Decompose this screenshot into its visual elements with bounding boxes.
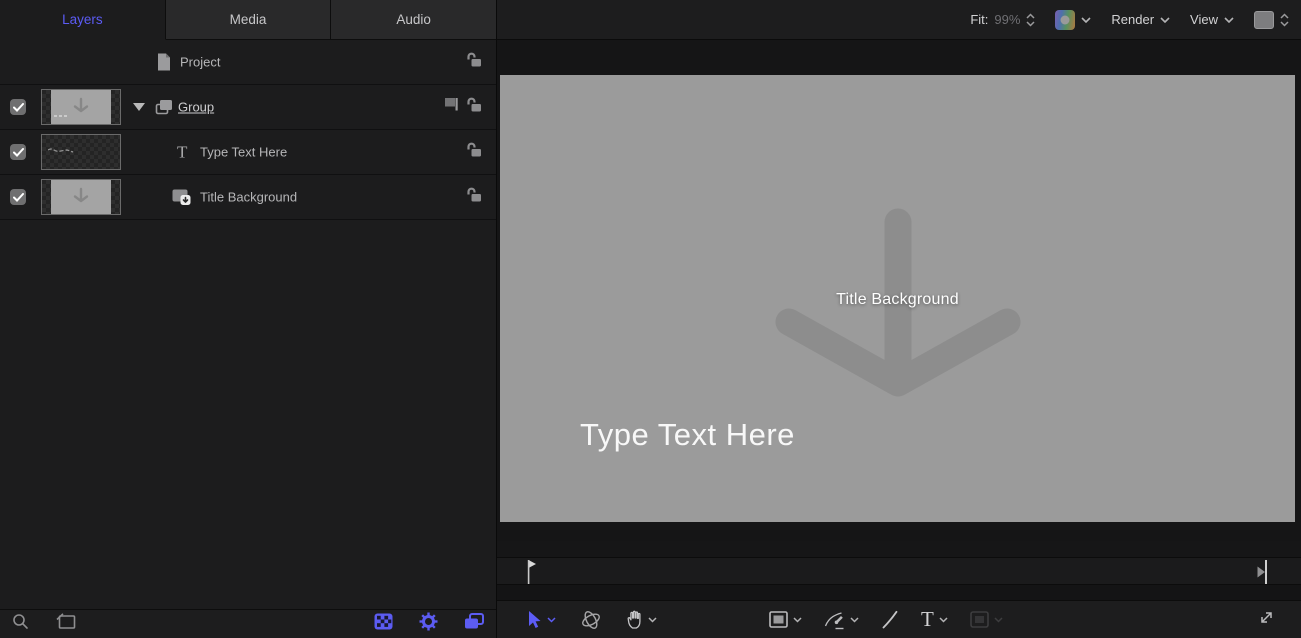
chevron-down-icon (1224, 16, 1234, 23)
group-mode-flag-icon[interactable] (444, 97, 461, 118)
text-layer-icon: T (177, 142, 188, 162)
checkerboard-icon[interactable] (374, 613, 393, 635)
color-channels-icon (1055, 9, 1076, 30)
search-icon[interactable] (12, 613, 30, 636)
media-thumbnail[interactable] (41, 179, 121, 215)
timeline-gap (497, 585, 1301, 600)
chevron-down-icon (793, 616, 802, 623)
tab-layers[interactable]: Layers (0, 0, 166, 40)
fit-label: Fit: (970, 12, 989, 27)
color-channels-control[interactable] (1055, 9, 1091, 30)
layers-list-empty-area (0, 220, 496, 609)
panel-tabbar: Layers Media Audio (0, 0, 497, 40)
mask-tool-disabled (970, 611, 1003, 628)
select-tool[interactable] (527, 610, 556, 629)
view-dropdown[interactable]: View (1190, 12, 1234, 27)
media-visibility-checkbox[interactable] (10, 189, 26, 205)
pen-icon (824, 611, 844, 629)
lock-open-icon[interactable] (465, 142, 482, 163)
text-visibility-checkbox[interactable] (10, 144, 26, 160)
chevron-down-icon (648, 616, 657, 623)
layers-list: Project Group T Type Text Here Title Bac… (0, 40, 496, 220)
layers-panel: Layers Media Audio Project Group T Type … (0, 0, 497, 638)
text-tool-icon: T (921, 607, 934, 631)
timeline-gap (497, 541, 1301, 557)
lock-open-icon[interactable] (465, 187, 482, 208)
rectangle-tool[interactable] (769, 611, 802, 628)
layer-row-project[interactable]: Project (0, 40, 496, 85)
layer-row-title-background[interactable]: Title Background (0, 175, 496, 220)
media-layer-icon (172, 188, 192, 206)
zoom-value[interactable]: 99% (994, 12, 1020, 27)
viewer-viewport: Title Background Type Text Here (497, 40, 1301, 541)
lock-open-icon[interactable] (465, 52, 482, 73)
chevron-down-icon (939, 616, 948, 623)
transform-3d-tool[interactable] (580, 610, 602, 630)
text-layer-label[interactable]: Type Text Here (200, 145, 287, 160)
chevron-down-icon (547, 616, 556, 623)
thumbnail-arrow-glyph (73, 187, 89, 203)
chevron-down-icon (994, 616, 1003, 623)
canvas[interactable]: Title Background Type Text Here (500, 75, 1295, 522)
chevron-down-icon (1160, 16, 1170, 23)
expand-view-icon[interactable] (1258, 609, 1275, 631)
tab-audio[interactable]: Audio (331, 0, 497, 40)
stepper-icon (1280, 12, 1289, 27)
orbit-icon (582, 610, 600, 629)
view-label: View (1190, 12, 1218, 27)
rectangle-icon (769, 611, 788, 628)
motion-app-window: Layers Media Audio Project Group T Type … (0, 0, 1301, 638)
layer-row-type-text-here[interactable]: T Type Text Here (0, 130, 496, 175)
document-icon (157, 53, 171, 71)
text-thumbnail[interactable] (41, 134, 121, 170)
bezier-tool[interactable] (824, 610, 859, 630)
canvas-title-background-label[interactable]: Title Background (500, 291, 1295, 309)
end-marker-icon[interactable] (1256, 560, 1268, 589)
hand-icon (627, 610, 641, 629)
group-visibility-checkbox[interactable] (10, 99, 26, 115)
project-label: Project (180, 54, 221, 70)
layer-row-group[interactable]: Group (0, 85, 496, 130)
render-label: Render (1111, 12, 1155, 27)
group-label[interactable]: Group (178, 100, 214, 115)
display-selector[interactable] (1254, 10, 1289, 29)
pan-tool[interactable] (626, 610, 657, 629)
select-arrow-icon (529, 610, 541, 628)
viewer-area: Fit: 99% Render View Title Background Ty… (497, 0, 1301, 638)
chevron-down-icon (850, 616, 859, 623)
render-dropdown[interactable]: Render (1111, 12, 1170, 27)
canvas-type-text-here[interactable]: Type Text Here (580, 417, 795, 453)
filter-icon[interactable] (56, 613, 77, 635)
brush-icon (882, 610, 898, 629)
media-layer-label[interactable]: Title Background (200, 190, 297, 205)
gear-icon[interactable] (419, 612, 438, 636)
stepper-icon[interactable] (1026, 12, 1035, 27)
group-icon (155, 99, 174, 116)
paint-stroke-tool[interactable] (881, 610, 899, 629)
display-swatch-icon (1254, 10, 1274, 29)
mini-timeline[interactable] (497, 557, 1301, 585)
layers-panel-footer (0, 609, 496, 638)
playhead-marker-icon[interactable] (526, 559, 538, 590)
chevron-down-icon (1081, 16, 1091, 23)
zoom-control[interactable]: Fit: 99% (970, 12, 1035, 27)
thumbnail-arrow-glyph (73, 97, 89, 113)
lock-open-icon[interactable] (465, 97, 482, 118)
disclosure-triangle[interactable] (133, 103, 145, 111)
layers-stack-icon[interactable] (464, 613, 484, 635)
text-tool[interactable]: T (921, 609, 948, 630)
mask-rectangle-icon (970, 611, 989, 628)
viewer-toolbar: Fit: 99% Render View (497, 0, 1301, 40)
canvas-tools-bar: T (497, 600, 1301, 638)
tab-media[interactable]: Media (165, 0, 332, 40)
group-thumbnail[interactable] (41, 89, 121, 125)
